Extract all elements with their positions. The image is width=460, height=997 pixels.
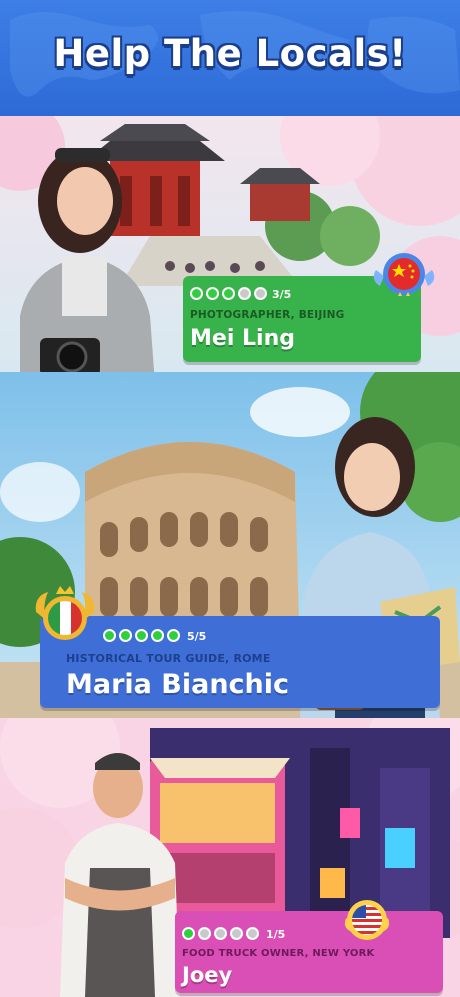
character-name: Maria Bianchic bbox=[66, 669, 290, 700]
character-card-mei-ling[interactable]: 3/5 PHOTOGRAPHER, BEIJING Mei Ling bbox=[0, 116, 460, 384]
progress-dot bbox=[222, 287, 235, 300]
character-role: FOOD TRUCK OWNER, NEW YORK bbox=[182, 948, 375, 959]
progress-dot bbox=[167, 629, 180, 642]
progress-dot bbox=[103, 629, 116, 642]
progress-dots bbox=[182, 927, 259, 940]
progress-count: 5/5 bbox=[187, 630, 207, 643]
header-banner: Help The Locals! bbox=[0, 0, 460, 116]
page-title: Help The Locals! bbox=[53, 32, 407, 75]
character-role: PHOTOGRAPHER, BEIJING bbox=[190, 309, 345, 321]
progress-dot bbox=[190, 287, 203, 300]
progress-dot bbox=[238, 287, 251, 300]
usa-flag-icon bbox=[344, 900, 390, 940]
china-flag-icon bbox=[373, 253, 435, 296]
progress-dot bbox=[254, 287, 267, 300]
progress-dot bbox=[206, 287, 219, 300]
character-name: Joey bbox=[182, 963, 233, 987]
progress-dot bbox=[198, 927, 211, 940]
italy-flag-icon bbox=[35, 586, 95, 640]
progress-count: 1/5 bbox=[266, 928, 286, 941]
progress-dot bbox=[230, 927, 243, 940]
character-name: Mei Ling bbox=[190, 326, 295, 351]
progress-dots bbox=[190, 287, 267, 300]
progress-dots bbox=[103, 629, 180, 642]
progress-dot bbox=[246, 927, 259, 940]
character-card-maria-bianchic[interactable]: 5/5 HISTORICAL TOUR GUIDE, ROME Maria Bi… bbox=[0, 372, 460, 718]
progress-dot bbox=[214, 927, 227, 940]
progress-dot bbox=[151, 629, 164, 642]
character-role: HISTORICAL TOUR GUIDE, ROME bbox=[66, 652, 271, 665]
progress-dot bbox=[135, 629, 148, 642]
progress-dot bbox=[182, 927, 195, 940]
progress-count: 3/5 bbox=[272, 288, 292, 301]
character-card-joey[interactable]: 1/5 FOOD TRUCK OWNER, NEW YORK Joey bbox=[0, 718, 460, 997]
progress-dot bbox=[119, 629, 132, 642]
